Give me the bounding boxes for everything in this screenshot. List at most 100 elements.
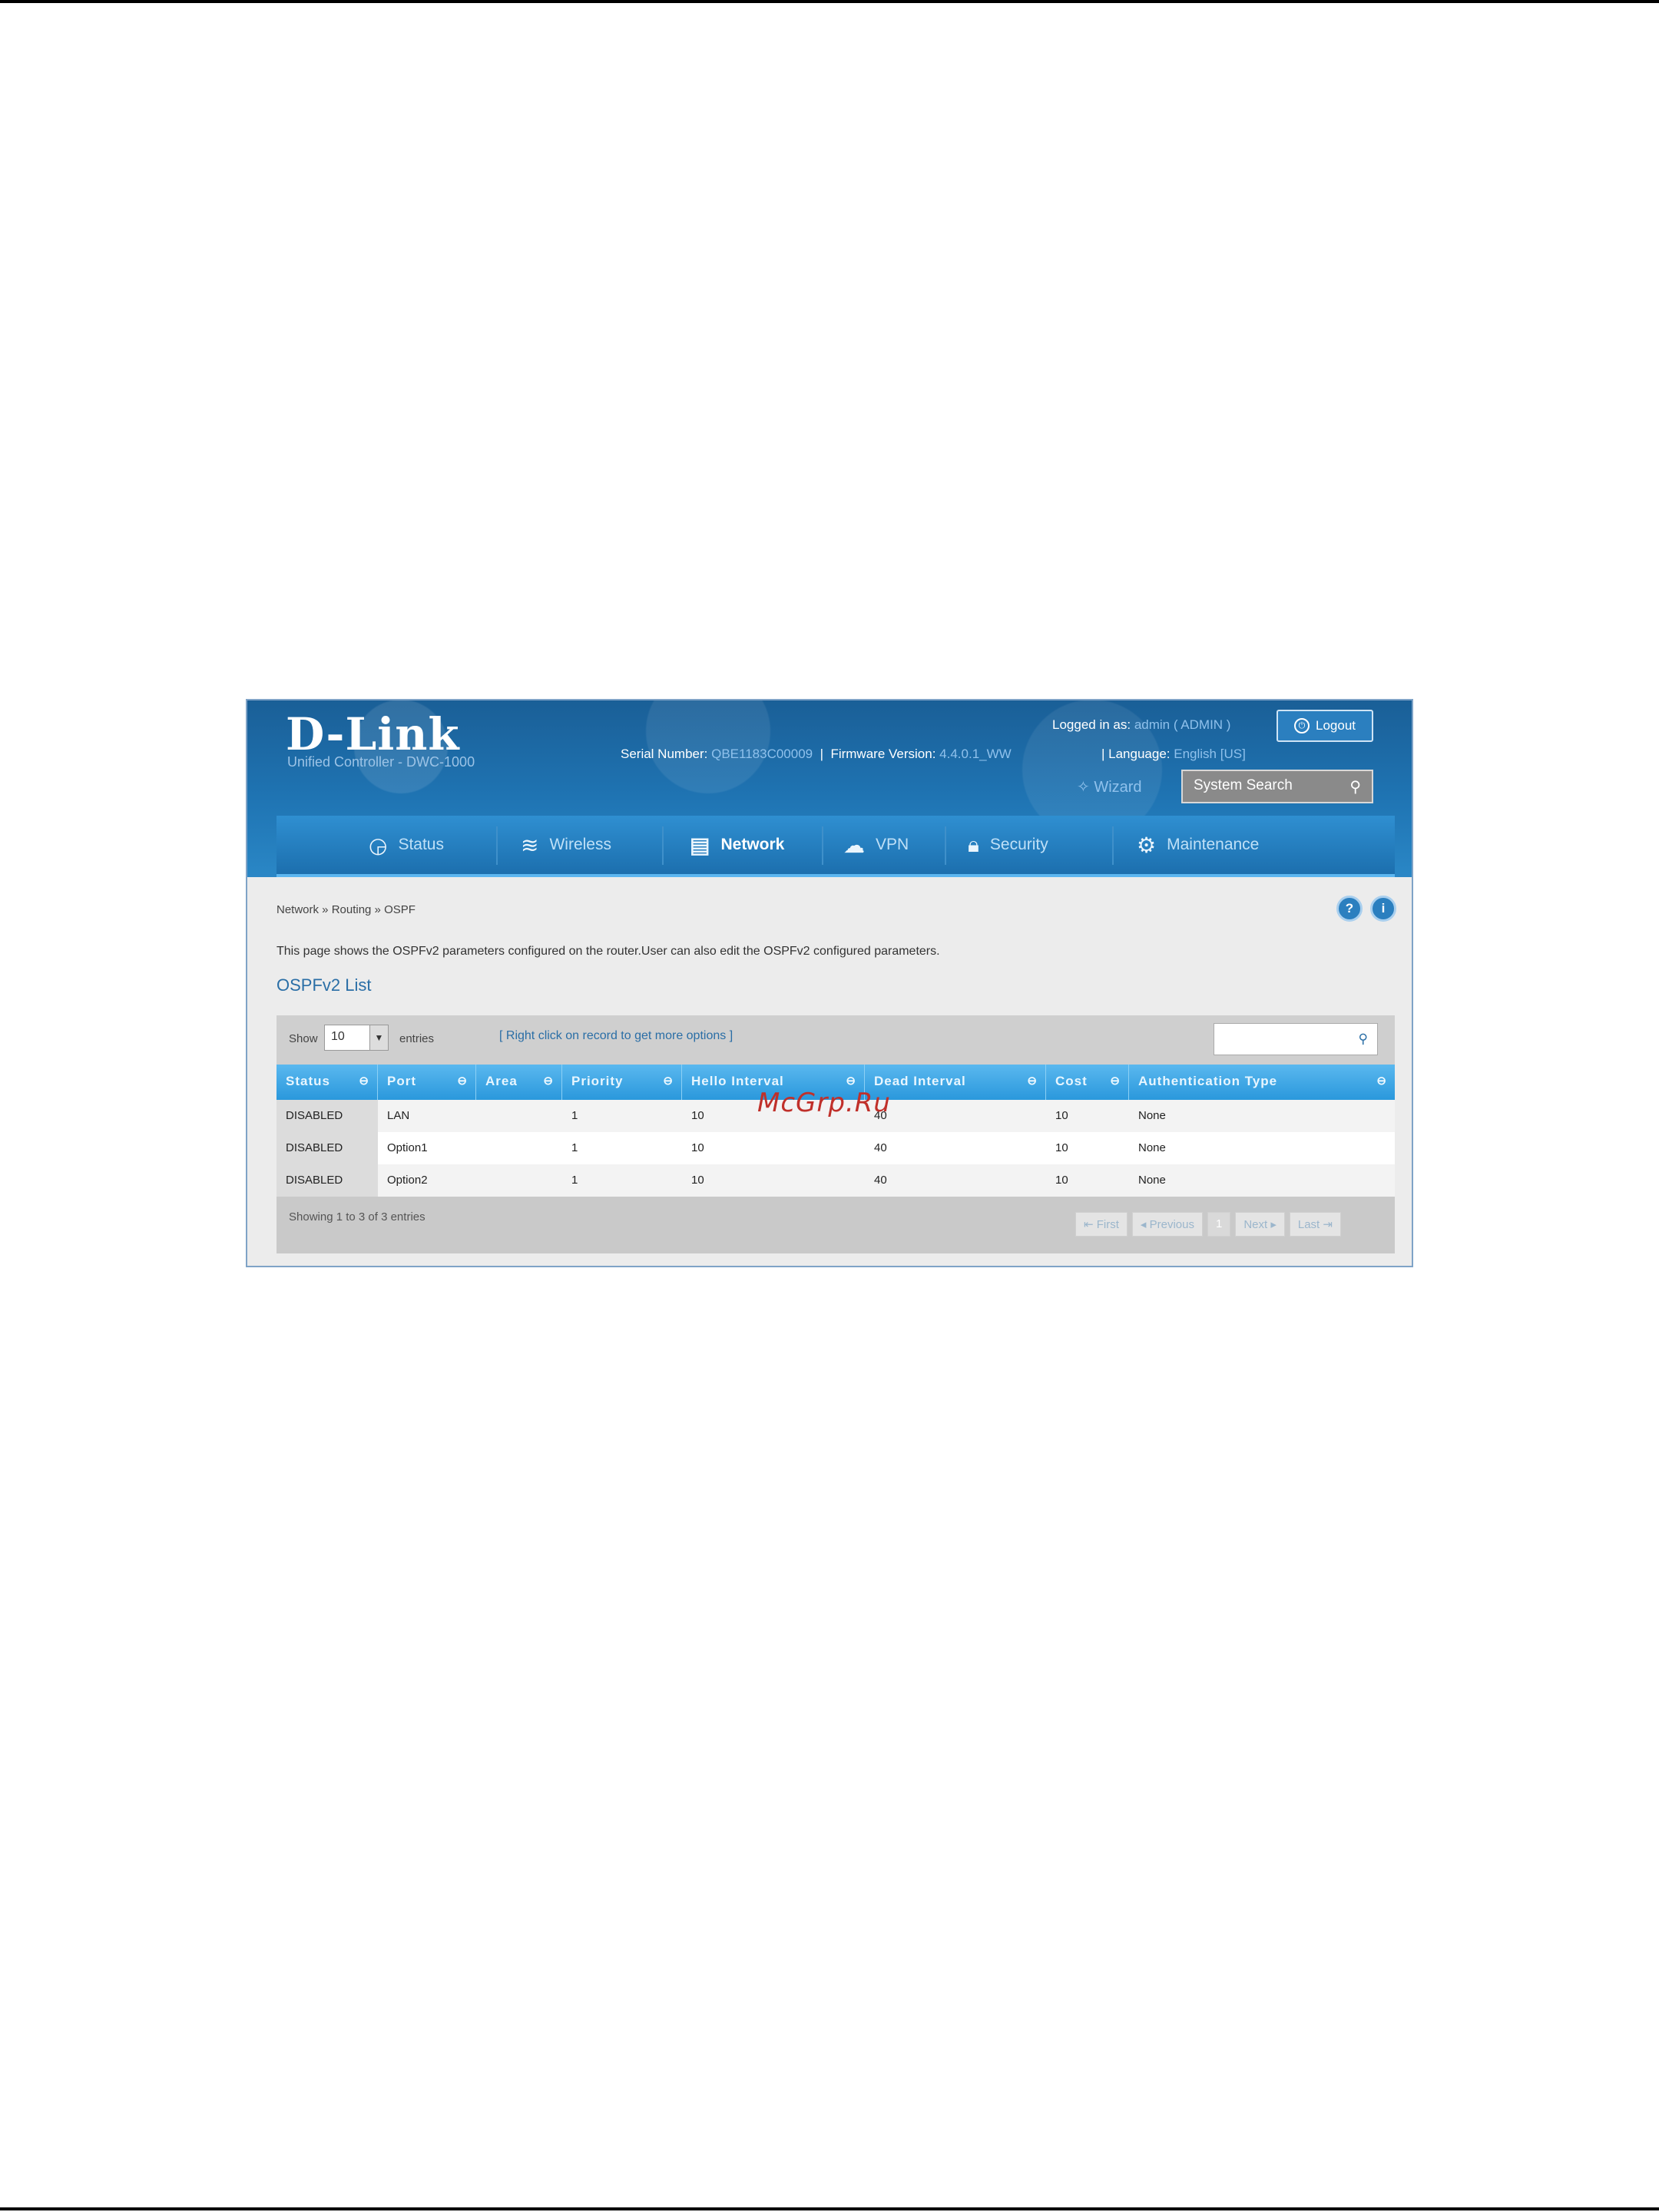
lock-icon: 🔒︎	[968, 832, 979, 856]
network-icon: ▤	[690, 833, 710, 857]
watermark-text: McGrp.Ru	[757, 1088, 891, 1118]
cell-cost: 10	[1055, 1174, 1068, 1187]
nav-item-wireless[interactable]: ≋ Wireless	[521, 816, 611, 874]
nav-divider	[662, 826, 664, 865]
cell-priority: 1	[571, 1141, 578, 1154]
sort-icon[interactable]: ⊖	[663, 1074, 674, 1088]
wand-icon: ✧	[1077, 779, 1090, 796]
cell-area	[476, 1100, 562, 1132]
page-description: This page shows the OSPFv2 parameters co…	[276, 945, 940, 958]
nav-label: Wireless	[549, 836, 611, 853]
ospf-table: Show 10 ▼ entries [ Right click on recor…	[276, 1015, 1395, 1253]
sort-icon[interactable]: ⊖	[457, 1074, 468, 1088]
nav-item-vpn[interactable]: ☁ VPN	[843, 816, 909, 874]
cell-hello-interval: 10	[691, 1174, 704, 1187]
search-icon[interactable]: ⚲	[1349, 777, 1361, 796]
device-info: Serial Number: QBE1183C00009 | Firmware …	[621, 747, 1012, 761]
pager-last-button[interactable]: Last ⇥	[1289, 1212, 1341, 1237]
cell-dead-interval: 40	[874, 1109, 887, 1122]
page-top-rule	[0, 0, 1659, 3]
column-header-cost[interactable]: Cost ⊖	[1046, 1065, 1129, 1100]
main-content: Network » Routing » OSPF ? i This page s…	[276, 880, 1396, 1264]
nav-item-network[interactable]: ▤ Network	[690, 816, 784, 874]
column-header-status[interactable]: Status ⊖	[276, 1065, 378, 1100]
pagination: ⇤ First ◂ Previous 1 Next ▸ Last ⇥	[1075, 1212, 1341, 1237]
language-info: | Language: English [US]	[1101, 747, 1246, 761]
firmware-label: Firmware Version:	[830, 747, 936, 761]
language-label: Language:	[1108, 747, 1171, 761]
sort-icon[interactable]: ⊖	[1110, 1074, 1121, 1088]
firmware-value: 4.4.0.1_WW	[939, 747, 1012, 761]
cell-port: Option2	[387, 1174, 428, 1187]
header-banner: D-Link Unified Controller - DWC-1000 Ser…	[247, 700, 1412, 877]
pager-next-button[interactable]: Next ▸	[1235, 1212, 1285, 1237]
info-icon[interactable]: i	[1370, 896, 1396, 922]
showing-entries-text: Showing 1 to 3 of 3 entries	[289, 1210, 426, 1224]
cell-auth-type: None	[1138, 1109, 1166, 1122]
cell-dead-interval: 40	[874, 1174, 887, 1187]
logged-in-label: Logged in as:	[1052, 717, 1131, 732]
gauge-icon: ◶	[369, 833, 388, 857]
wizard-label: Wizard	[1094, 779, 1142, 796]
nav-label: VPN	[876, 836, 909, 853]
nav-item-maintenance[interactable]: ⚙ Maintenance	[1137, 816, 1259, 874]
logged-in-value: admin ( ADMIN )	[1134, 717, 1231, 732]
breadcrumb: Network » Routing » OSPF	[276, 903, 416, 916]
embedded-screenshot: D-Link Unified Controller - DWC-1000 Ser…	[246, 699, 1413, 1267]
logout-label: Logout	[1316, 718, 1356, 733]
table-row[interactable]: DISABLED Option2 1 10 40 10 None	[276, 1164, 1395, 1197]
cell-cost: 10	[1055, 1141, 1068, 1154]
cloud-icon: ☁	[843, 833, 865, 857]
logout-button[interactable]: ⏻ Logout	[1277, 710, 1373, 742]
pager-current-page[interactable]: 1	[1207, 1212, 1231, 1237]
main-nav: ◶ Status ≋ Wireless ▤ Network ☁ VPN 🔒︎ S…	[276, 816, 1395, 877]
column-header-priority[interactable]: Priority ⊖	[562, 1065, 682, 1100]
pager-first-button[interactable]: ⇤ First	[1075, 1212, 1128, 1237]
cell-status: DISABLED	[276, 1132, 378, 1164]
gears-icon: ⚙	[1137, 833, 1157, 857]
sort-icon[interactable]: ⊖	[359, 1074, 369, 1088]
help-icon[interactable]: ?	[1336, 896, 1363, 922]
sort-icon[interactable]: ⊖	[1027, 1074, 1038, 1088]
nav-label: Maintenance	[1167, 836, 1260, 853]
wifi-icon: ≋	[521, 833, 539, 857]
table-row[interactable]: DISABLED Option1 1 10 40 10 None	[276, 1132, 1395, 1164]
power-icon: ⏻	[1294, 718, 1310, 733]
nav-divider	[1112, 826, 1114, 865]
system-search-input[interactable]: System Search ⚲	[1181, 770, 1373, 803]
column-header-port[interactable]: Port ⊖	[378, 1065, 476, 1100]
nav-label: Security	[989, 836, 1048, 853]
pager-previous-button[interactable]: ◂ Previous	[1131, 1212, 1203, 1237]
language-selector[interactable]: English [US]	[1174, 747, 1246, 761]
nav-item-security[interactable]: 🔒︎ Security	[968, 816, 1048, 874]
cell-priority: 1	[571, 1109, 578, 1122]
brand-logo: D-Link	[286, 708, 460, 760]
entries-per-page-select[interactable]: 10 ▼	[324, 1025, 389, 1051]
nav-label: Network	[720, 836, 785, 853]
column-header-auth-type[interactable]: Authentication Type ⊖	[1129, 1065, 1395, 1100]
wizard-link[interactable]: ✧ Wizard	[1077, 777, 1142, 796]
nav-item-status[interactable]: ◶ Status	[369, 816, 444, 874]
cell-auth-type: None	[1138, 1141, 1166, 1154]
table-search-input[interactable]: ⚲	[1214, 1023, 1378, 1055]
cell-port: LAN	[387, 1109, 410, 1122]
chevron-down-icon[interactable]: ▼	[369, 1025, 388, 1050]
column-header-dead-interval[interactable]: Dead Interval ⊖	[865, 1065, 1046, 1100]
nav-divider	[822, 826, 823, 865]
search-icon[interactable]: ⚲	[1359, 1031, 1368, 1047]
table-toolbar: Show 10 ▼ entries [ Right click on recor…	[276, 1015, 1395, 1065]
nav-divider	[496, 826, 498, 865]
cell-area	[476, 1164, 562, 1197]
sort-icon[interactable]: ⊖	[1376, 1074, 1387, 1088]
cell-area	[476, 1132, 562, 1164]
sort-icon[interactable]: ⊖	[846, 1074, 856, 1088]
cell-status: DISABLED	[276, 1100, 378, 1132]
sort-icon[interactable]: ⊖	[543, 1074, 554, 1088]
serial-value: QBE1183C00009	[711, 747, 813, 761]
cell-dead-interval: 40	[874, 1141, 887, 1154]
show-label: Show	[289, 1032, 318, 1045]
logged-in-info: Logged in as: admin ( ADMIN )	[1052, 717, 1230, 733]
page-title: OSPFv2 List	[276, 975, 372, 995]
cell-cost: 10	[1055, 1109, 1068, 1122]
column-header-area[interactable]: Area ⊖	[476, 1065, 562, 1100]
